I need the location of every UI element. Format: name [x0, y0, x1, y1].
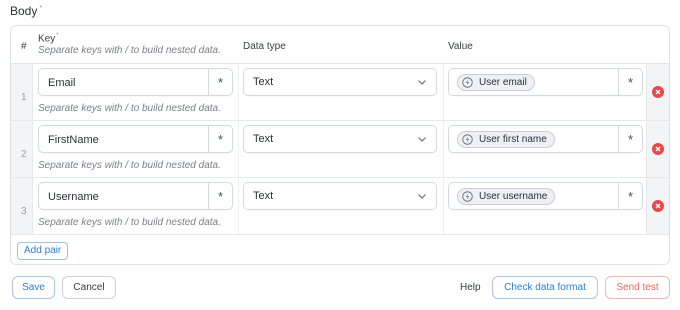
body-title: Body [10, 4, 38, 18]
data-type-select[interactable]: Text [243, 182, 437, 210]
key-insert-button[interactable]: * [208, 126, 232, 152]
key-input-value: FirstName [48, 134, 99, 146]
body-section-title: Body * [10, 4, 42, 18]
key-input-value: Email [48, 77, 76, 89]
variable-token-icon [462, 191, 473, 202]
table-row: 3 Username * Separate keys with / to bui… [11, 178, 669, 235]
header-index: # [21, 41, 27, 52]
key-value-table: # Key* Separate keys with / to build nes… [10, 25, 670, 265]
header-key-label: Key [38, 33, 56, 45]
send-test-button[interactable]: Send test [605, 276, 670, 299]
value-token-label: User username [479, 191, 548, 202]
column-divider [443, 178, 444, 234]
remove-circle-icon[interactable] [652, 86, 664, 98]
value-token[interactable]: User email [457, 74, 535, 91]
key-input-value: Username [48, 191, 99, 203]
value-token[interactable]: User username [457, 188, 556, 205]
value-token-label: User first name [479, 134, 547, 145]
add-pair-button[interactable]: Add pair [17, 242, 69, 260]
chevron-down-icon [418, 137, 426, 142]
table-row: 1 Email * Separate keys with / to build … [11, 64, 669, 121]
value-token[interactable]: User first name [457, 131, 555, 148]
data-type-value: Text [253, 76, 274, 88]
value-input[interactable]: User username * [448, 182, 643, 210]
key-insert-button[interactable]: * [208, 69, 232, 95]
data-type-value: Text [253, 190, 274, 202]
header-value: Value [448, 41, 473, 52]
value-input[interactable]: User email * [448, 68, 643, 96]
value-input[interactable]: User first name * [448, 125, 643, 153]
remove-circle-icon[interactable] [652, 143, 664, 155]
variable-token-icon [462, 77, 473, 88]
value-insert-button[interactable]: * [618, 183, 642, 209]
table-header: # Key* Separate keys with / to build nes… [11, 26, 669, 64]
help-link[interactable]: Help [460, 282, 481, 293]
key-hint: Separate keys with / to build nested dat… [38, 160, 221, 171]
header-key-required-mark: * [56, 33, 59, 39]
header-key: Key* [38, 33, 59, 44]
data-type-value: Text [253, 133, 274, 145]
row-index: 1 [21, 92, 27, 103]
header-key-hint: Separate keys with / to build nested dat… [38, 45, 221, 56]
key-insert-button[interactable]: * [208, 183, 232, 209]
remove-circle-icon[interactable] [652, 200, 664, 212]
header-data-type: Data type [243, 41, 286, 52]
row-index: 2 [21, 149, 27, 160]
chevron-down-icon [418, 194, 426, 199]
cancel-button[interactable]: Cancel [62, 276, 116, 299]
check-data-format-button[interactable]: Check data format [492, 276, 598, 299]
value-token-label: User email [479, 77, 527, 88]
row-index: 3 [21, 206, 27, 217]
save-button[interactable]: Save [12, 276, 55, 299]
required-mark: * [39, 5, 43, 12]
table-row: 2 FirstName * Separate keys with / to bu… [11, 121, 669, 178]
column-divider [443, 121, 444, 177]
key-input[interactable]: Username * [38, 182, 233, 210]
column-divider [238, 64, 239, 120]
key-hint: Separate keys with / to build nested dat… [38, 103, 221, 114]
value-insert-button[interactable]: * [618, 126, 642, 152]
variable-token-icon [462, 134, 473, 145]
data-type-select[interactable]: Text [243, 68, 437, 96]
column-divider [443, 64, 444, 120]
value-insert-button[interactable]: * [618, 69, 642, 95]
column-divider [238, 178, 239, 234]
chevron-down-icon [418, 80, 426, 85]
column-divider [238, 121, 239, 177]
data-type-select[interactable]: Text [243, 125, 437, 153]
key-input[interactable]: FirstName * [38, 125, 233, 153]
key-hint: Separate keys with / to build nested dat… [38, 217, 221, 228]
key-input[interactable]: Email * [38, 68, 233, 96]
